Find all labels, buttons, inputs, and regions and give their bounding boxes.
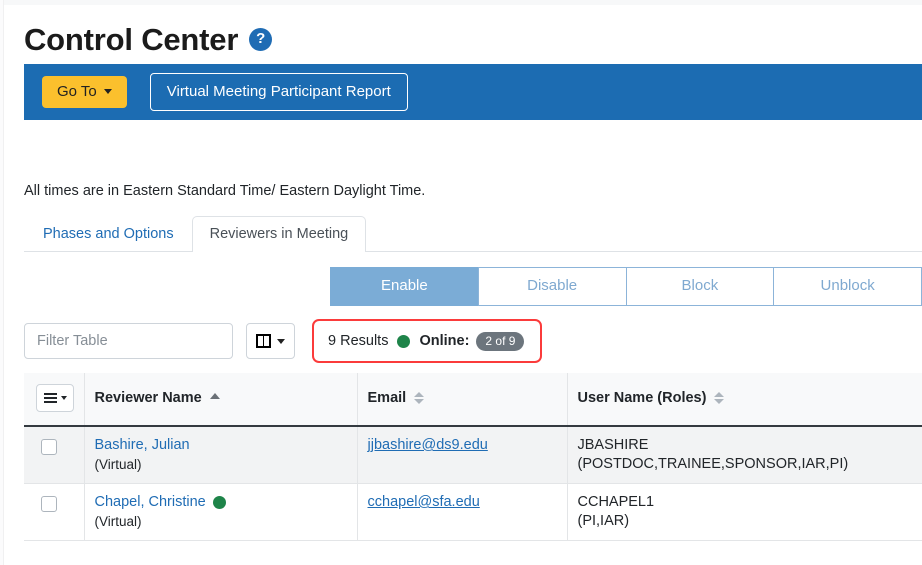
reviewer-attendance-type: (Virtual)	[95, 457, 347, 472]
bulk-action-button-group: Enable Disable Block Unblock	[330, 267, 922, 306]
go-to-button[interactable]: Go To	[42, 76, 127, 108]
reviewers-table-wrapper: Reviewer Name Email User Name (Roles)	[24, 373, 922, 541]
sort-none-icon[interactable]	[414, 392, 424, 405]
email-link[interactable]: jjbashire@ds9.edu	[368, 437, 488, 453]
row-checkbox[interactable]	[41, 496, 57, 512]
column-header-user-name-roles[interactable]: User Name (Roles)	[567, 373, 922, 426]
timezone-note: All times are in Eastern Standard Time/ …	[24, 183, 922, 199]
hamburger-lines-icon	[44, 393, 57, 403]
table-body: Bashire, Julian (Virtual) jjbashire@ds9.…	[24, 426, 922, 541]
user-name-roles-cell: CCHAPEL1 (PI,IAR)	[567, 484, 922, 541]
user-name-roles-cell: JBASHIRE (POSTDOC,TRAINEE,SPONSOR,IAR,PI…	[567, 426, 922, 484]
user-name-value: CCHAPEL1	[578, 494, 913, 510]
email-cell: jjbashire@ds9.edu	[357, 426, 567, 484]
column-header-label: Reviewer Name	[95, 390, 202, 406]
table-row: Chapel, Christine (Virtual) cchapel@sfa.…	[24, 484, 922, 541]
results-summary: 9 Results Online: 2 of 9	[312, 319, 542, 363]
disable-button[interactable]: Disable	[478, 267, 626, 306]
column-header-label: User Name (Roles)	[578, 390, 707, 406]
chevron-down-icon	[61, 396, 67, 400]
row-select-cell	[24, 426, 84, 484]
unblock-button[interactable]: Unblock	[773, 267, 922, 306]
sort-ascending-icon[interactable]	[210, 393, 220, 399]
column-chooser-button[interactable]	[246, 323, 295, 359]
sort-none-icon[interactable]	[714, 392, 724, 405]
column-header-reviewer-name[interactable]: Reviewer Name	[84, 373, 357, 426]
row-checkbox[interactable]	[41, 439, 57, 455]
page-root: Control Center ? Go To Virtual Meeting P…	[5, 5, 922, 565]
reviewer-name-cell: Bashire, Julian (Virtual)	[84, 426, 357, 484]
row-select-cell	[24, 484, 84, 541]
window-left-chrome	[0, 0, 4, 565]
reviewer-name-cell: Chapel, Christine (Virtual)	[84, 484, 357, 541]
email-link[interactable]: cchapel@sfa.edu	[368, 494, 480, 510]
online-status-dot-icon	[213, 496, 226, 509]
reviewer-name-link[interactable]: Bashire, Julian	[95, 437, 190, 453]
online-label: Online:	[419, 333, 469, 349]
help-icon[interactable]: ?	[249, 28, 272, 51]
table-header-row: Reviewer Name Email User Name (Roles)	[24, 373, 922, 426]
enable-button[interactable]: Enable	[330, 267, 478, 306]
reviewer-name-link[interactable]: Chapel, Christine	[95, 494, 206, 510]
column-header-label: Email	[368, 390, 407, 406]
page-header: Control Center ?	[5, 5, 922, 57]
virtual-meeting-participant-report-button[interactable]: Virtual Meeting Participant Report	[150, 73, 408, 110]
row-menu-header	[24, 373, 84, 426]
hamburger-menu-icon[interactable]	[36, 384, 74, 412]
chevron-down-icon	[104, 89, 112, 94]
table-head: Reviewer Name Email User Name (Roles)	[24, 373, 922, 426]
bulk-action-bar: Enable Disable Block Unblock	[5, 267, 922, 306]
email-cell: cchapel@sfa.edu	[357, 484, 567, 541]
online-status-dot-icon	[397, 335, 410, 348]
columns-icon	[256, 334, 271, 348]
tab-reviewers-in-meeting[interactable]: Reviewers in Meeting	[192, 216, 367, 252]
page-title: Control Center	[24, 24, 238, 55]
filter-table-input[interactable]	[24, 323, 233, 359]
user-roles-value: (PI,IAR)	[578, 513, 913, 529]
reviewer-attendance-type: (Virtual)	[95, 514, 347, 529]
tab-bar: Phases and Options Reviewers in Meeting	[24, 214, 922, 252]
chevron-down-icon	[277, 339, 285, 344]
reviewers-table: Reviewer Name Email User Name (Roles)	[24, 373, 922, 541]
online-count-badge: 2 of 9	[476, 332, 524, 351]
column-header-email[interactable]: Email	[357, 373, 567, 426]
user-roles-value: (POSTDOC,TRAINEE,SPONSOR,IAR,PI)	[578, 456, 913, 472]
tab-phases-and-options[interactable]: Phases and Options	[25, 216, 192, 252]
table-row: Bashire, Julian (Virtual) jjbashire@ds9.…	[24, 426, 922, 484]
action-banner: Go To Virtual Meeting Participant Report	[24, 64, 922, 120]
go-to-label: Go To	[57, 84, 97, 99]
table-toolbar: 9 Results Online: 2 of 9	[24, 320, 922, 362]
results-count: 9 Results	[328, 333, 388, 349]
user-name-value: JBASHIRE	[578, 437, 913, 453]
block-button[interactable]: Block	[626, 267, 774, 306]
